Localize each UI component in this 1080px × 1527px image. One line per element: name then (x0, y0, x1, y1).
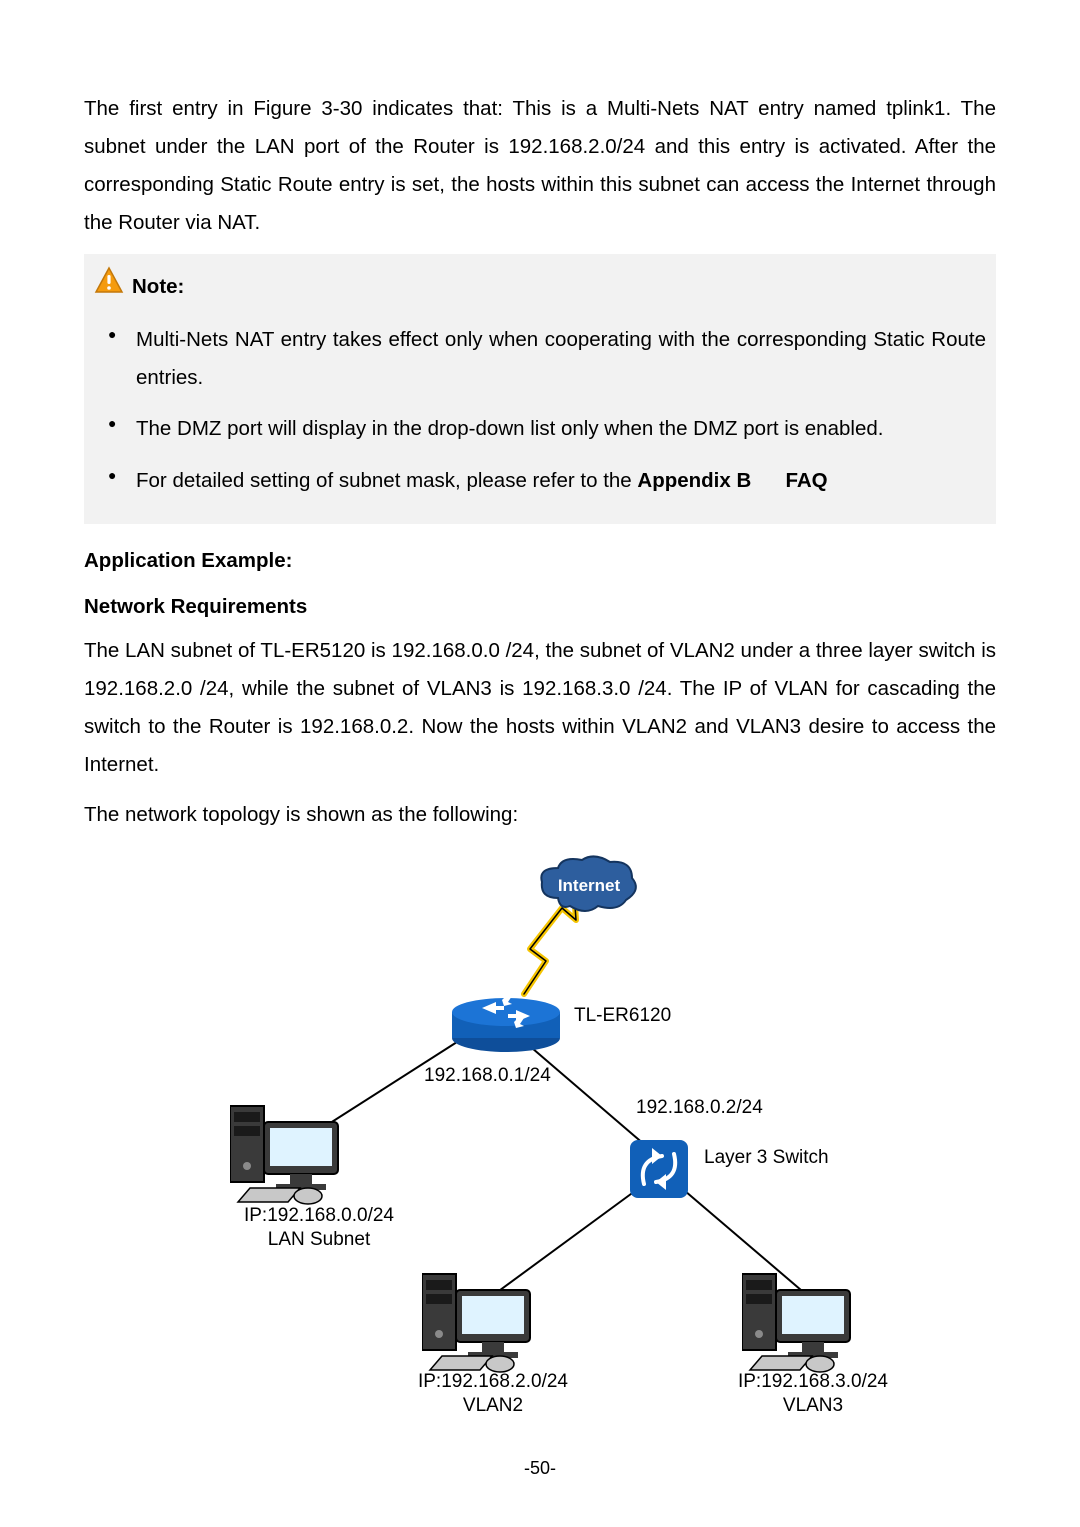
faq-link: FAQ (785, 469, 827, 492)
vlan2-pc-icon (422, 1270, 542, 1380)
note-box: Note: Multi-Nets NAT entry takes effect … (84, 254, 996, 525)
vlan2-label: IP:192.168.2.0/24 VLAN2 (408, 1370, 578, 1418)
application-example-heading: Application Example: (84, 542, 996, 580)
note-heading: Note: (94, 266, 986, 309)
vlan3-pc-icon (742, 1270, 862, 1380)
network-requirements-paragraph: The LAN subnet of TL-ER5120 is 192.168.0… (84, 632, 996, 784)
appendix-b-link: Appendix B (637, 469, 751, 492)
vlan2-name-text: VLAN2 (463, 1395, 523, 1416)
router-ip-label: 192.168.0.1/24 (424, 1064, 551, 1088)
note-item: For detailed setting of subnet mask, ple… (136, 462, 986, 500)
note-item: The DMZ port will display in the drop-do… (136, 410, 986, 448)
topology-intro: The network topology is shown as the fol… (84, 796, 996, 834)
note-heading-text: Note: (132, 268, 184, 306)
note-item-text: For detailed setting of subnet mask, ple… (136, 469, 637, 492)
switch-icon (624, 1134, 694, 1204)
intro-paragraph: The first entry in Figure 3-30 indicates… (84, 90, 996, 242)
lan-pc-icon (230, 1102, 350, 1212)
spacer (751, 469, 785, 492)
page: The first entry in Figure 3-30 indicates… (0, 0, 1080, 1527)
vlan3-label: IP:192.168.3.0/24 VLAN3 (728, 1370, 898, 1418)
vlan3-ip-text: IP:192.168.3.0/24 (738, 1371, 888, 1392)
lan-subnet-label: IP:192.168.0.0/24 LAN Subnet (234, 1204, 404, 1252)
network-requirements-heading: Network Requirements (84, 588, 996, 626)
warning-icon (94, 266, 124, 309)
router-icon (446, 986, 566, 1056)
internet-cloud-icon: Internet (536, 854, 642, 918)
network-topology-figure: Internet TL-ER6120 192.168.0.1/24 (160, 846, 920, 1411)
switch-name-label: Layer 3 Switch (704, 1146, 829, 1170)
page-number: -50- (0, 1452, 1080, 1485)
vlan2-ip-text: IP:192.168.2.0/24 (418, 1371, 568, 1392)
lan-name-text: LAN Subnet (268, 1229, 370, 1250)
note-item: Multi-Nets NAT entry takes effect only w… (136, 321, 986, 397)
vlan3-name-text: VLAN3 (783, 1395, 843, 1416)
switch-ip-label: 192.168.0.2/24 (636, 1096, 763, 1120)
router-model-label: TL-ER6120 (574, 1004, 671, 1028)
internet-label: Internet (558, 876, 621, 895)
note-list: Multi-Nets NAT entry takes effect only w… (94, 321, 986, 501)
lan-ip-text: IP:192.168.0.0/24 (244, 1205, 394, 1226)
